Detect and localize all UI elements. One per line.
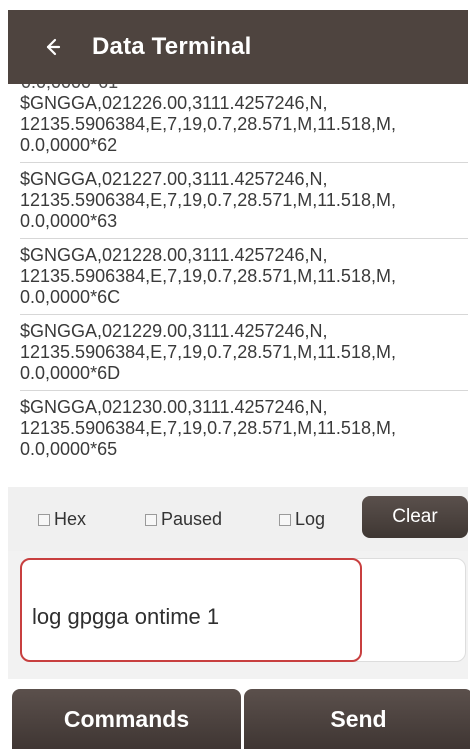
terminal-partial-line: 0.0,0000*61 [21, 84, 118, 92]
terminal-line: 12135.5906384,E,7,19,0.7,28.571,M,11.518… [20, 342, 396, 362]
terminal-entry: $GNGGA,021226.00,3111.4257246,N, 12135.5… [20, 93, 468, 163]
command-input[interactable] [20, 558, 362, 662]
log-label: Log [295, 509, 326, 529]
terminal-controls: Hex Paused Log Clear [8, 487, 468, 551]
terminal-line: 0.0,0000*6C [20, 287, 121, 307]
terminal-line: $GNGGA,021226.00,3111.4257246,N, [20, 93, 328, 113]
terminal-line: $GNGGA,021230.00,3111.4257246,N, [20, 397, 328, 417]
terminal-output[interactable]: 0.0,0000*61 $GNGGA,021226.00,3111.425724… [8, 84, 468, 487]
checkbox-square [38, 513, 50, 526]
paused-label: Paused [161, 509, 223, 529]
terminal-line: $GNGGA,021228.00,3111.4257246,N, [20, 245, 328, 265]
terminal-line: $GNGGA,021227.00,3111.4257246,N, [20, 169, 328, 189]
terminal-entries: $GNGGA,021226.00,3111.4257246,N, 12135.5… [8, 93, 468, 472]
hex-label: Hex [54, 509, 87, 529]
commands-button[interactable]: Commands [12, 689, 241, 749]
page-title: Data Terminal [92, 33, 252, 60]
terminal-entry: $GNGGA,021228.00,3111.4257246,N, 12135.5… [20, 245, 468, 315]
checkbox-square [145, 513, 157, 526]
terminal-entry: $GNGGA,021227.00,3111.4257246,N, 12135.5… [20, 169, 468, 239]
send-button[interactable]: Send [244, 689, 470, 749]
terminal-entry: $GNGGA,021230.00,3111.4257246,N, 12135.5… [20, 397, 468, 466]
terminal-line: $GNGGA,021229.00,3111.4257246,N, [20, 321, 328, 341]
checkbox-square [279, 513, 291, 526]
bottom-action-bar: Commands Send [8, 679, 470, 749]
terminal-line: 0.0,0000*63 [20, 211, 118, 231]
log-checkbox[interactable]: Log [279, 509, 325, 530]
terminal-line: 0.0,0000*6D [20, 363, 121, 383]
terminal-line: 12135.5906384,E,7,19,0.7,28.571,M,11.518… [20, 418, 396, 438]
hex-checkbox[interactable]: Hex [38, 509, 86, 530]
terminal-line: 12135.5906384,E,7,19,0.7,28.571,M,11.518… [20, 114, 396, 134]
terminal-line: 0.0,0000*65 [20, 439, 118, 459]
terminal-line: 12135.5906384,E,7,19,0.7,28.571,M,11.518… [20, 266, 396, 286]
terminal-line: 0.0,0000*62 [20, 135, 118, 155]
paused-checkbox[interactable]: Paused [145, 509, 222, 530]
terminal-entry: $GNGGA,021229.00,3111.4257246,N, 12135.5… [20, 321, 468, 391]
clear-button[interactable]: Clear [362, 496, 468, 538]
arrow-left-icon[interactable] [32, 27, 72, 67]
app-header: Data Terminal [8, 10, 468, 84]
command-panel [8, 551, 468, 679]
terminal-line: 12135.5906384,E,7,19,0.7,28.571,M,11.518… [20, 190, 396, 210]
